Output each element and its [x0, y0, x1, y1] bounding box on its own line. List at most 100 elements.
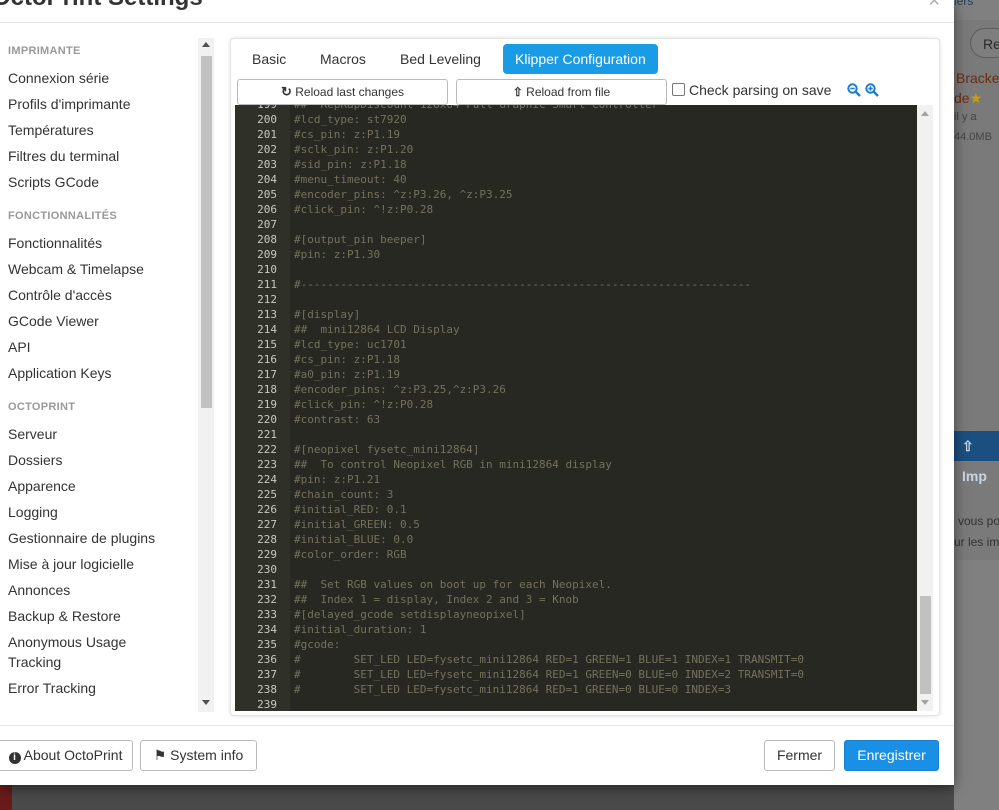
reload-last-changes-button[interactable]: ↻ Reload last changes	[237, 79, 448, 105]
editor-line[interactable]: 226 #initial_RED: 0.1	[235, 502, 917, 517]
editor-line[interactable]: 209 #pin: z:P1.30	[235, 247, 917, 262]
editor-line[interactable]: 238 # SET_LED LED=fysetc_mini12864 RED=1 …	[235, 682, 917, 697]
line-number: 221	[257, 428, 277, 441]
sidebar-scroll-down-icon[interactable]	[202, 700, 210, 705]
line-number: 206	[257, 203, 277, 216]
editor-line[interactable]: 200 #lcd_type: st7920	[235, 112, 917, 127]
nav-item-gcode-viewer[interactable]: GCode Viewer	[8, 311, 99, 331]
editor-line[interactable]: 234 #initial_duration: 1	[235, 622, 917, 637]
tab-bed-leveling[interactable]: Bed Leveling	[388, 44, 493, 74]
sidebar-scrollbar-thumb[interactable]	[201, 56, 212, 408]
line-text: #initial_GREEN: 0.5	[294, 518, 420, 531]
editor-line[interactable]: 223 ## To control Neopixel RGB in mini128…	[235, 457, 917, 472]
editor-line[interactable]: 220 #contrast: 63	[235, 412, 917, 427]
line-number: 205	[257, 188, 277, 201]
editor-line[interactable]: 203 #sid_pin: z:P1.18	[235, 157, 917, 172]
editor-line[interactable]: 232 ## Index 1 = display, Index 2 and 3 =…	[235, 592, 917, 607]
line-text: #[display]	[294, 308, 361, 321]
nav-item-software-update[interactable]: Mise à jour logicielle	[8, 554, 134, 574]
background-item-title: Bracke	[956, 70, 999, 86]
nav-item-application-keys[interactable]: Application Keys	[8, 363, 112, 383]
save-button[interactable]: Enregistrer	[844, 740, 939, 771]
editor-line[interactable]: 235 #gcode:	[235, 637, 917, 652]
editor-line[interactable]: 212	[235, 292, 917, 307]
line-number: 223	[257, 458, 277, 471]
nav-item-error-tracking[interactable]: Error Tracking	[8, 678, 96, 698]
editor-line[interactable]: 199 ## RepRapDiscount 128x64 Full Graphic…	[235, 105, 917, 112]
nav-item-logging[interactable]: Logging	[8, 502, 58, 522]
editor-line[interactable]: 205 #encoder_pins: ^z:P3.26, ^z:P3.25	[235, 187, 917, 202]
nav-item-appearance[interactable]: Apparence	[8, 476, 76, 496]
line-number: 215	[257, 338, 277, 351]
line-number: 225	[257, 488, 277, 501]
editor-line[interactable]: 224 #pin: z:P1.21	[235, 472, 917, 487]
nav-item-serial-connection[interactable]: Connexion série	[8, 68, 109, 88]
editor-line[interactable]: 207	[235, 217, 917, 232]
nav-item-webcam-timelapse[interactable]: Webcam & Timelapse	[8, 259, 144, 279]
nav-item-terminal-filters[interactable]: Filtres du terminal	[8, 146, 119, 166]
editor-scrollbar-thumb[interactable]	[920, 596, 931, 694]
zoom-out-icon[interactable]	[847, 83, 861, 97]
editor-line[interactable]: 208 #[output_pin beeper]	[235, 232, 917, 247]
editor-line[interactable]: 222 #[neopixel fysetc_mini12864]	[235, 442, 917, 457]
nav-item-anonymous-usage-tracking[interactable]: Anonymous Usage Tracking	[8, 632, 126, 672]
editor-line[interactable]: 213 #[display]	[235, 307, 917, 322]
nav-item-server[interactable]: Serveur	[8, 424, 57, 444]
editor-scroll-up-icon[interactable]	[921, 111, 929, 116]
editor-line[interactable]: 231 ## Set RGB values on boot up for each…	[235, 577, 917, 592]
nav-item-plugin-manager[interactable]: Gestionnaire de plugins	[8, 528, 155, 548]
line-text: #a0_pin: z:P1.19	[294, 368, 400, 381]
check-parsing-option[interactable]: Check parsing on save	[672, 82, 831, 98]
nav-item-temperatures[interactable]: Températures	[8, 120, 94, 140]
editor-line[interactable]: 201 #cs_pin: z:P1.19	[235, 127, 917, 142]
editor-line[interactable]: 210	[235, 262, 917, 277]
system-info-button[interactable]: ⚑ System info	[140, 740, 257, 771]
check-parsing-checkbox[interactable]	[672, 83, 685, 96]
editor-scroll-down-icon[interactable]	[921, 700, 929, 705]
close-button[interactable]: Fermer	[764, 740, 835, 771]
nav-item-api[interactable]: API	[8, 337, 31, 357]
editor-line[interactable]: 225 #chain_count: 3	[235, 487, 917, 502]
editor-line[interactable]: 216 #cs_pin: z:P1.18	[235, 352, 917, 367]
editor-line[interactable]: 236 # SET_LED LED=fysetc_mini12864 RED=1 …	[235, 652, 917, 667]
tab-macros[interactable]: Macros	[308, 44, 378, 74]
editor-line[interactable]: 228 #initial_BLUE: 0.0	[235, 532, 917, 547]
background-import-button: ⇧ Imp	[954, 431, 999, 484]
editor-line[interactable]: 218 #encoder_pins: ^z:P3.25,^z:P3.26	[235, 382, 917, 397]
editor-line[interactable]: 211 #------------------------------------…	[235, 277, 917, 292]
zoom-in-icon[interactable]	[865, 83, 879, 97]
about-octoprint-button[interactable]: i About OctoPrint	[0, 740, 133, 771]
nav-item-announcements[interactable]: Annonces	[8, 580, 70, 600]
editor-line[interactable]: 215 #lcd_type: uc1701	[235, 337, 917, 352]
editor-line[interactable]: 233 #[delayed_gcode setdisplayneopixel]	[235, 607, 917, 622]
nav-item-printer-profiles[interactable]: Profils d'imprimante	[8, 94, 131, 114]
line-text: #lcd_type: st7920	[294, 113, 407, 126]
nav-item-features[interactable]: Fonctionnalités	[8, 233, 102, 253]
sidebar-scroll-up-icon[interactable]	[202, 42, 210, 47]
line-number: 199	[235, 105, 277, 112]
editor-line[interactable]: 217 #a0_pin: z:P1.19	[235, 367, 917, 382]
editor-line[interactable]: 219 #click_pin: ^!z:P0.28	[235, 397, 917, 412]
nav-item-folders[interactable]: Dossiers	[8, 450, 62, 470]
klipper-config-editor[interactable]: 199 ## RepRapDiscount 128x64 Full Graphic…	[235, 105, 917, 711]
editor-line[interactable]: 202 #sclk_pin: z:P1.20	[235, 142, 917, 157]
line-number: 201	[257, 128, 277, 141]
line-text: # SET_LED LED=fysetc_mini12864 RED=1 GRE…	[294, 653, 804, 666]
nav-item-gcode-scripts[interactable]: Scripts GCode	[8, 172, 99, 192]
tab-klipper-configuration[interactable]: Klipper Configuration	[503, 44, 658, 74]
reload-from-file-button[interactable]: ⇧ Reload from file	[456, 79, 667, 105]
editor-line[interactable]: 230	[235, 562, 917, 577]
tab-basic[interactable]: Basic	[240, 44, 298, 74]
editor-line[interactable]: 237 # SET_LED LED=fysetc_mini12864 RED=1 …	[235, 667, 917, 682]
editor-line[interactable]: 214 ## mini12864 LCD Display	[235, 322, 917, 337]
editor-line[interactable]: 206 #click_pin: ^!z:P0.28	[235, 202, 917, 217]
editor-line[interactable]: 204 #menu_timeout: 40	[235, 172, 917, 187]
editor-line[interactable]: 221	[235, 427, 917, 442]
line-number: 236	[257, 653, 277, 666]
editor-line[interactable]: 239	[235, 697, 917, 711]
nav-item-access-control[interactable]: Contrôle d'accès	[8, 285, 112, 305]
nav-item-backup-restore[interactable]: Backup & Restore	[8, 606, 121, 626]
close-icon[interactable]: ×	[928, 0, 940, 13]
editor-line[interactable]: 229 #color_order: RGB	[235, 547, 917, 562]
editor-line[interactable]: 227 #initial_GREEN: 0.5	[235, 517, 917, 532]
